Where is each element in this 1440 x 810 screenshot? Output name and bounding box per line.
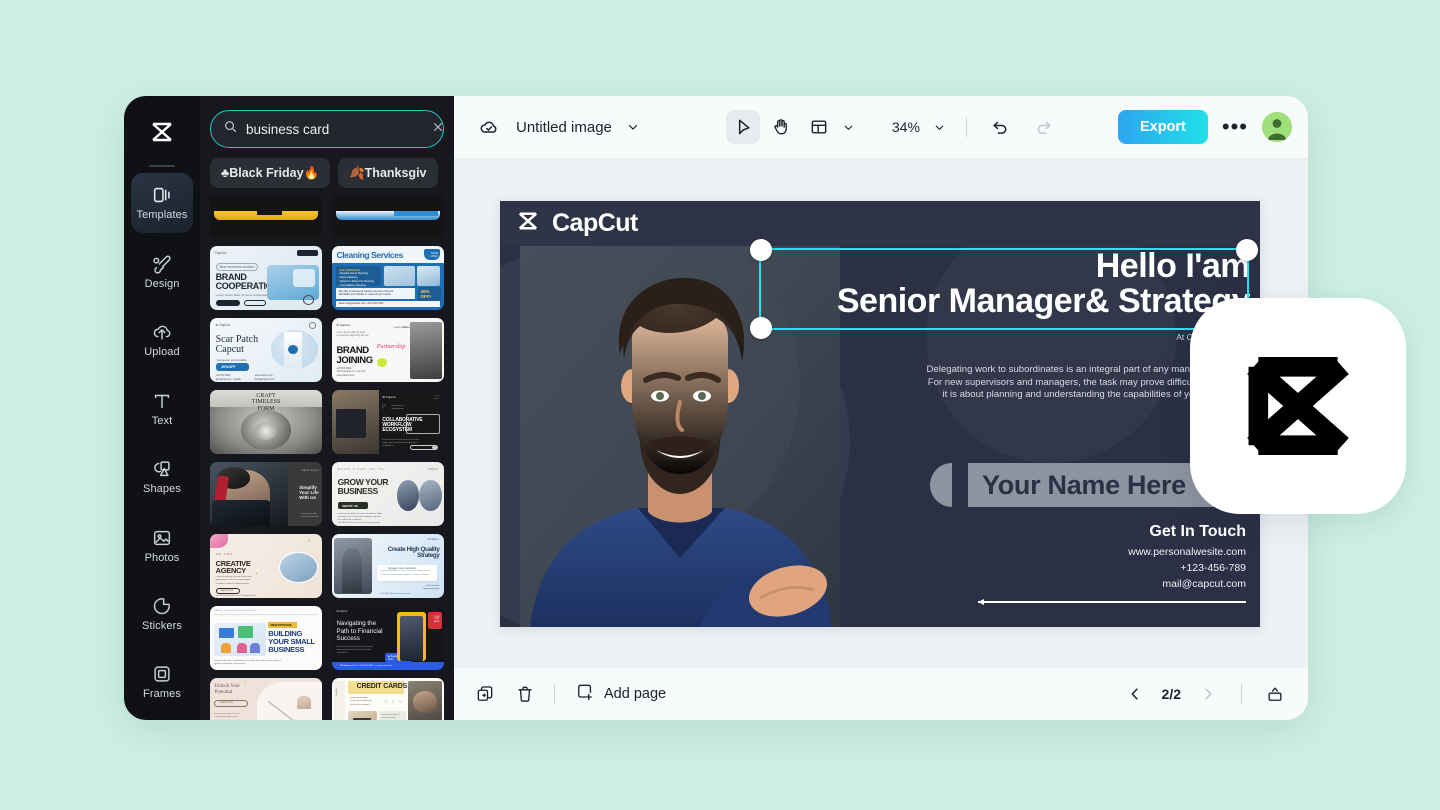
template-card[interactable]: CapCut · · · Best business solution BRAN… [210, 246, 322, 310]
design-brand-name: CapCut [552, 209, 638, 237]
hand-icon[interactable] [764, 110, 798, 144]
sidebar-item-shapes[interactable]: Shapes [131, 446, 193, 506]
sidebar-item-label: Photos [144, 551, 180, 564]
templates-panel: ♣Black Friday🔥 🍂Thanksgiv CapCut · · · [200, 96, 454, 720]
editor-bottombar: Add page 2/2 [454, 668, 1308, 720]
template-card[interactable] [210, 196, 322, 238]
present-icon[interactable] [1258, 677, 1292, 711]
filter-chip[interactable]: 🍂Thanksgiv [338, 158, 438, 188]
template-grid-scroll[interactable]: CapCut · · · Best business solution BRAN… [210, 196, 444, 720]
close-icon[interactable] [431, 120, 445, 139]
design-name-placeholder: Your Name Here [982, 469, 1186, 500]
sidebar-item-text[interactable]: Text [131, 378, 193, 438]
bottombar-divider [554, 684, 555, 704]
sidebar-item-label: Stickers [142, 619, 182, 632]
page-indicator: 2/2 [1161, 686, 1181, 702]
chevron-down-icon[interactable] [930, 110, 950, 144]
user-avatar-icon[interactable] [1262, 112, 1292, 142]
design-contact-title: Get In Touch [1149, 523, 1246, 540]
template-card[interactable] [332, 196, 444, 238]
page-navigator: 2/2 [1118, 677, 1292, 711]
sidebar-item-templates[interactable]: Templates [131, 172, 193, 234]
template-card[interactable]: ⊠ CapCut Create High Quality Strategy Eng… [332, 534, 444, 598]
duplicate-page-icon[interactable] [468, 677, 502, 711]
design-contact-website: www.personalwesite.com [1128, 546, 1246, 558]
filter-chip[interactable]: ♣Black Friday🔥 [210, 158, 331, 188]
editor-topbar: Untitled image 34% Export ••• [454, 96, 1308, 158]
editor-area: Untitled image 34% Export ••• CapCut Hel… [454, 96, 1308, 720]
template-card[interactable]: ⊠ CapCut Lorem ipsum dolor sit amet conse… [332, 318, 444, 382]
layout-grid-icon[interactable] [802, 110, 836, 144]
export-button[interactable]: Export [1117, 110, 1208, 144]
design-contact-email: mail@capcut.com [1162, 577, 1246, 590]
design-headline-line2: Senior Manager& Strategy [836, 281, 1251, 320]
capcut-app-badge [1190, 298, 1406, 514]
sidebar-item-label: Frames [143, 688, 181, 701]
template-card[interactable]: CAPCUT PODCAST EPISODE @CAPCUT NEW EPISO… [210, 606, 322, 670]
design-name-accent [930, 463, 952, 507]
template-card[interactable]: ⊠ CapCut Issue No.01 ◸ Innovation in colla… [332, 390, 444, 454]
capcut-app-icon [1247, 357, 1349, 455]
add-page-button[interactable]: Add page [567, 677, 674, 711]
sidebar-item-design[interactable]: Design [131, 241, 193, 301]
design-contact-phone: +123-456-789 [1180, 561, 1246, 574]
design-header: CapCut [500, 201, 1260, 246]
select-cursor-icon[interactable] [725, 110, 760, 144]
chevron-down-icon[interactable] [840, 110, 858, 144]
capcut-logo-icon[interactable] [139, 110, 185, 155]
bottombar-divider-2 [1241, 684, 1242, 704]
filter-chip-row: ♣Black Friday🔥 🍂Thanksgiv [210, 158, 444, 188]
capcut-editor-window: Templates Design Upload Text Shapes Phot… [124, 96, 1308, 720]
template-card[interactable]: WHICH A PART (AS TO) CAPCUT GROW YOUR BUS… [332, 462, 444, 526]
chevron-down-icon[interactable] [622, 110, 644, 144]
sidebar-item-label: Text [151, 414, 173, 427]
undo-icon[interactable] [983, 110, 1017, 144]
add-page-label: Add page [604, 686, 667, 702]
template-grid: CapCut · · · Best business solution BRAN… [210, 196, 444, 720]
add-page-icon [575, 682, 595, 706]
zoom-level[interactable]: 34% [892, 119, 920, 135]
template-card[interactable]: ⊠ CapCut Navigating the Path to Financial… [332, 606, 444, 670]
more-horizontal-icon[interactable]: ••• [1218, 116, 1252, 138]
design-canvas[interactable]: CapCut Hello I'am Senior Manager& Strate… [500, 201, 1260, 627]
sidebar-item-label: Design [144, 277, 180, 290]
cloud-saved-icon[interactable] [472, 110, 506, 144]
template-card[interactable]: Cleaning Services YOUR LOGO OUR SERVICES … [332, 246, 444, 310]
design-contact-block[interactable]: Get In Touch www.personalwesite.com +123… [1128, 523, 1246, 592]
template-card[interactable]: CRAFT TIMELESS FORM [210, 390, 322, 454]
template-card[interactable]: WE ARE CREATIVE AGENCY Lorem ipsum dolor … [210, 534, 322, 598]
sidebar-item-label: Upload [144, 346, 180, 359]
design-headline[interactable]: Hello I'am Senior Manager& Strategy [760, 247, 1251, 320]
sidebar-item-stickers[interactable]: Stickers [131, 583, 193, 643]
template-card[interactable]: ⊠ CapCut Scar Patch Capcut Gorgeous and d… [210, 318, 322, 382]
tool-group [725, 110, 858, 144]
chevron-right-icon[interactable] [1191, 677, 1225, 711]
sidebar-item-photos[interactable]: Photos [131, 515, 193, 575]
rail-divider [149, 164, 175, 167]
search-box[interactable] [210, 110, 444, 148]
template-card[interactable]: Unlock Your Potential Inquire Now Lorem i… [210, 678, 322, 720]
design-headline-line1: Hello I'am [1095, 247, 1251, 285]
trash-icon[interactable] [508, 677, 542, 711]
design-arrow-decor [978, 599, 1246, 604]
template-card[interactable]: CapCut CREDIT CARDS Lorem ipsum dolor con… [332, 678, 444, 720]
capcut-logo-icon [514, 211, 542, 236]
search-icon [223, 119, 238, 139]
template-card[interactable]: CAPCUT STUDIO Simplify Your Life With Us L… [210, 462, 322, 526]
left-rail: Templates Design Upload Text Shapes Phot… [124, 96, 200, 720]
canvas-area[interactable]: CapCut Hello I'am Senior Manager& Strate… [454, 158, 1308, 668]
sidebar-item-frames[interactable]: Frames [131, 652, 193, 712]
toolbar-divider [965, 117, 967, 137]
search-input[interactable] [246, 121, 423, 137]
sidebar-item-upload[interactable]: Upload [131, 310, 193, 370]
redo-icon[interactable] [1027, 110, 1061, 144]
sidebar-item-label: Shapes [143, 483, 181, 496]
sidebar-item-label: Templates [136, 209, 188, 222]
chevron-left-icon[interactable] [1118, 677, 1152, 711]
document-title[interactable]: Untitled image [516, 119, 612, 136]
